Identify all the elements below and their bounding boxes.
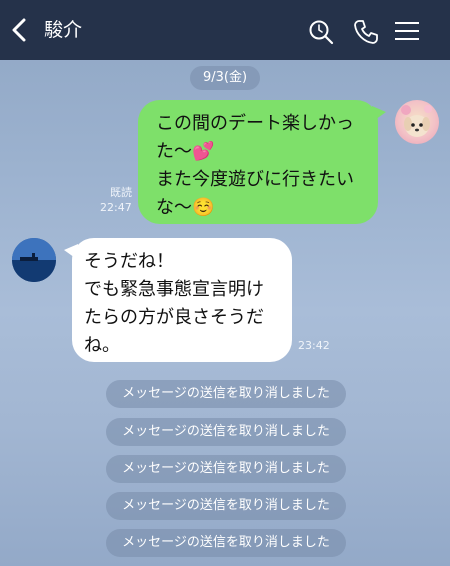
message-line: でも緊急事態宣言明け	[84, 279, 264, 300]
my-avatar[interactable]	[395, 100, 439, 144]
my-message-bubble[interactable]: この間のデート楽しかっ た〜💕 また今度遊びに行きたい な〜☺️	[138, 100, 386, 224]
unsent-notice: メッセージの送信を取り消しました	[106, 529, 346, 557]
unsent-notice: メッセージの送信を取り消しました	[106, 492, 346, 520]
message-line: な〜☺️	[156, 197, 215, 218]
unsent-notice: メッセージの送信を取り消しました	[106, 418, 346, 446]
contact-avatar[interactable]	[12, 238, 56, 282]
sea-avatar-image	[12, 238, 56, 282]
date-divider: 9/3(金)	[190, 66, 260, 90]
chat-title: 駿介	[44, 19, 83, 41]
search-icon[interactable]	[308, 19, 334, 45]
message-line: たらの方が良さそうだ	[84, 307, 264, 328]
unsent-notice: メッセージの送信を取り消しました	[106, 380, 346, 408]
message-time: 22:47	[100, 201, 132, 214]
bubble-tail	[372, 106, 386, 122]
read-receipt: 既読	[110, 186, 132, 199]
message-line: ね。	[84, 335, 120, 356]
message-line: この間のデート楽しかっ	[156, 113, 354, 134]
menu-icon[interactable]	[394, 21, 420, 41]
message-line: また今度遊びに行きたい	[156, 169, 354, 190]
chat-header: 駿介	[0, 0, 450, 60]
back-icon[interactable]	[10, 18, 28, 42]
contact-message-bubble[interactable]: そうだね！ でも緊急事態宣言明け たらの方が良さそうだ ね。	[64, 238, 292, 362]
dog-avatar-image	[401, 105, 432, 137]
message-line: そうだね！	[84, 251, 174, 272]
call-icon[interactable]	[353, 19, 379, 45]
message-line: た〜💕	[156, 141, 215, 162]
message-time: 23:42	[298, 339, 330, 352]
bubble-tail	[64, 244, 78, 260]
unsent-notice: メッセージの送信を取り消しました	[106, 455, 346, 483]
